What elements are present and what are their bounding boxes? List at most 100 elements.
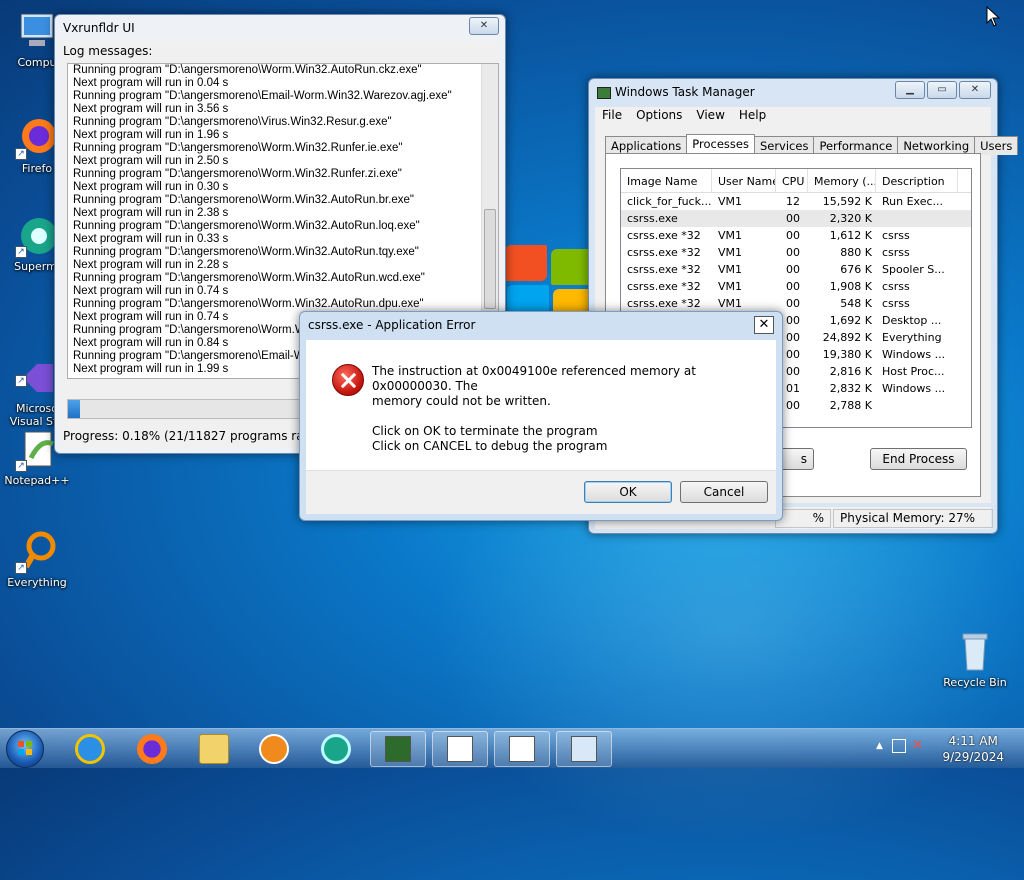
- cell-user-name: VM1: [718, 246, 743, 259]
- clock-time: 4:11 AM: [948, 734, 998, 748]
- table-row[interactable]: csrss.exe 00 2,320 K: [621, 210, 971, 227]
- cell-cpu: 00: [786, 212, 800, 225]
- cell-user-name: [712, 210, 776, 227]
- cell-user-name: VM1: [718, 297, 743, 310]
- close-button[interactable]: ✕: [754, 316, 774, 334]
- progress-fill: [68, 400, 80, 418]
- desktop-icon-everything[interactable]: ↗ Everything: [2, 530, 72, 589]
- status-cpu: %: [775, 509, 831, 528]
- cell-memory: 880 K: [840, 246, 872, 259]
- column-image-name[interactable]: Image Name: [621, 169, 712, 192]
- menu-help[interactable]: Help: [732, 107, 773, 123]
- cell-user-name: VM1: [718, 195, 743, 208]
- table-header: Image Name User Name CPU Memory (... Des…: [621, 169, 971, 193]
- menu-file[interactable]: File: [595, 107, 629, 123]
- cell-description: csrss: [882, 246, 910, 259]
- application-window-icon: [447, 736, 473, 762]
- start-button[interactable]: [6, 730, 44, 768]
- clock[interactable]: 4:11 AM 9/29/2024: [942, 733, 1004, 765]
- dialog-footer: OK Cancel: [306, 470, 776, 514]
- log-line: Running program "D:\angersmoreno\Worm.Wi…: [73, 194, 414, 206]
- log-line: Running program "D:\angersmoreno\Worm.Wi…: [73, 220, 420, 232]
- log-line: Running program "D:\angersmoreno\Worm.Wi…: [73, 142, 403, 154]
- cell-description: Host Proc...: [882, 365, 945, 378]
- cell-description: [876, 210, 958, 227]
- menu-view[interactable]: View: [689, 107, 731, 123]
- log-line: Running program "D:\angersmoreno\Worm.Wi…: [73, 168, 402, 180]
- log-messages-label: Log messages:: [63, 44, 153, 58]
- show-hidden-icons-icon[interactable]: ▲: [876, 741, 883, 751]
- taskbar-window[interactable]: [556, 731, 612, 767]
- scrollbar-thumb[interactable]: [484, 209, 496, 309]
- window-icon: [571, 736, 597, 762]
- close-button[interactable]: ✕: [469, 17, 499, 35]
- volume-muted-icon[interactable]: ✕: [912, 738, 923, 753]
- message-line: memory could not be written.: [372, 394, 551, 408]
- taskbar-task-manager[interactable]: [370, 731, 426, 767]
- message-ok-instruction: Click on OK to terminate the program: [372, 424, 598, 438]
- table-row[interactable]: csrss.exe *32 VM1 00 1,908 K csrss: [621, 278, 971, 295]
- log-line: Next program will run in 2.38 s: [73, 207, 229, 219]
- progress-bar: [67, 399, 307, 419]
- cell-memory: 2,788 K: [829, 399, 872, 412]
- cell-image-name: click_for_fuck...: [627, 195, 712, 208]
- maximize-button[interactable]: ▭: [927, 81, 957, 99]
- media-player-icon: [259, 734, 289, 764]
- cell-description: [876, 397, 958, 414]
- application-error-dialog[interactable]: csrss.exe - Application Error ✕ The inst…: [299, 311, 783, 521]
- visual-studio-icon: ↗: [15, 343, 59, 392]
- cell-memory: 548 K: [840, 297, 872, 310]
- cell-image-name: csrss.exe *32: [627, 263, 701, 276]
- window-title: Vxrunfldr UI: [63, 21, 135, 35]
- cell-image-name: csrss.exe: [627, 212, 678, 225]
- taskbar-supermium[interactable]: [308, 731, 364, 767]
- cell-image-name: csrss.exe *32: [627, 229, 701, 242]
- minimize-button[interactable]: ▁: [895, 81, 925, 99]
- log-line: Next program will run in 0.74 s: [73, 285, 229, 297]
- taskbar-firefox[interactable]: [124, 731, 180, 767]
- cell-memory: 676 K: [840, 263, 872, 276]
- dialog-title: csrss.exe - Application Error: [308, 318, 476, 332]
- shortcut-arrow-icon: ↗: [15, 562, 27, 574]
- log-line: Running program "D:\angersmoreno\Worm.Wi…: [73, 298, 424, 310]
- desktop-icon-recycle-bin[interactable]: Recycle Bin: [940, 630, 1010, 689]
- column-cpu[interactable]: CPU: [776, 169, 808, 192]
- cell-cpu: 12: [786, 195, 800, 208]
- table-row[interactable]: csrss.exe *32 VM1 00 1,612 K csrss: [621, 227, 971, 244]
- table-row[interactable]: csrss.exe *32 VM1 00 880 K csrss: [621, 244, 971, 261]
- taskbar-vxrunfldr[interactable]: [432, 731, 488, 767]
- log-line: Next program will run in 3.56 s: [73, 103, 229, 115]
- log-line: Running program "D:\angersmoreno\Email-W…: [73, 90, 452, 102]
- column-description[interactable]: Description: [876, 169, 958, 192]
- taskbar: ▲ ✕ 4:11 AM 9/29/2024: [0, 728, 1024, 768]
- taskbar-explorer[interactable]: [186, 731, 242, 767]
- desktop-icon-label: Recycle Bin: [943, 676, 1007, 689]
- end-process-button[interactable]: End Process: [870, 448, 967, 470]
- table-row[interactable]: click_for_fuck... VM1 12 15,592 K Run Exec..…: [621, 193, 971, 210]
- column-user-name[interactable]: User Name: [712, 169, 776, 192]
- cell-memory: 2,320 K: [829, 212, 872, 225]
- column-memory[interactable]: Memory (...: [808, 169, 876, 192]
- cancel-button[interactable]: Cancel: [680, 481, 768, 503]
- taskbar-media-player[interactable]: [246, 731, 302, 767]
- system-tray: ▲ ✕ 4:11 AM 9/29/2024: [864, 729, 1024, 769]
- menu-options[interactable]: Options: [629, 107, 689, 123]
- network-icon[interactable]: [892, 739, 906, 753]
- cell-cpu: 00: [786, 246, 800, 259]
- cell-description: csrss: [882, 280, 910, 293]
- cell-memory: 1,612 K: [829, 229, 872, 242]
- table-row[interactable]: csrss.exe *32 VM1 00 548 K csrss: [621, 295, 971, 312]
- cell-image-name: csrss.exe *32: [627, 246, 701, 259]
- desktop-icon-label: Notepad++: [4, 474, 70, 487]
- close-button[interactable]: ✕: [959, 81, 991, 99]
- cell-description: Everything: [882, 331, 942, 344]
- error-icon: [332, 364, 364, 396]
- cell-user-name: VM1: [718, 229, 743, 242]
- table-row[interactable]: csrss.exe *32 VM1 00 676 K Spooler S...: [621, 261, 971, 278]
- cell-description: Run Exec...: [882, 195, 944, 208]
- desktop-icon-label: Everything: [7, 576, 67, 589]
- ok-button[interactable]: OK: [584, 481, 672, 503]
- message-cancel-instruction: Click on CANCEL to debug the program: [372, 439, 608, 453]
- taskbar-error-dialog[interactable]: [494, 731, 550, 767]
- taskbar-internet-explorer[interactable]: [62, 731, 118, 767]
